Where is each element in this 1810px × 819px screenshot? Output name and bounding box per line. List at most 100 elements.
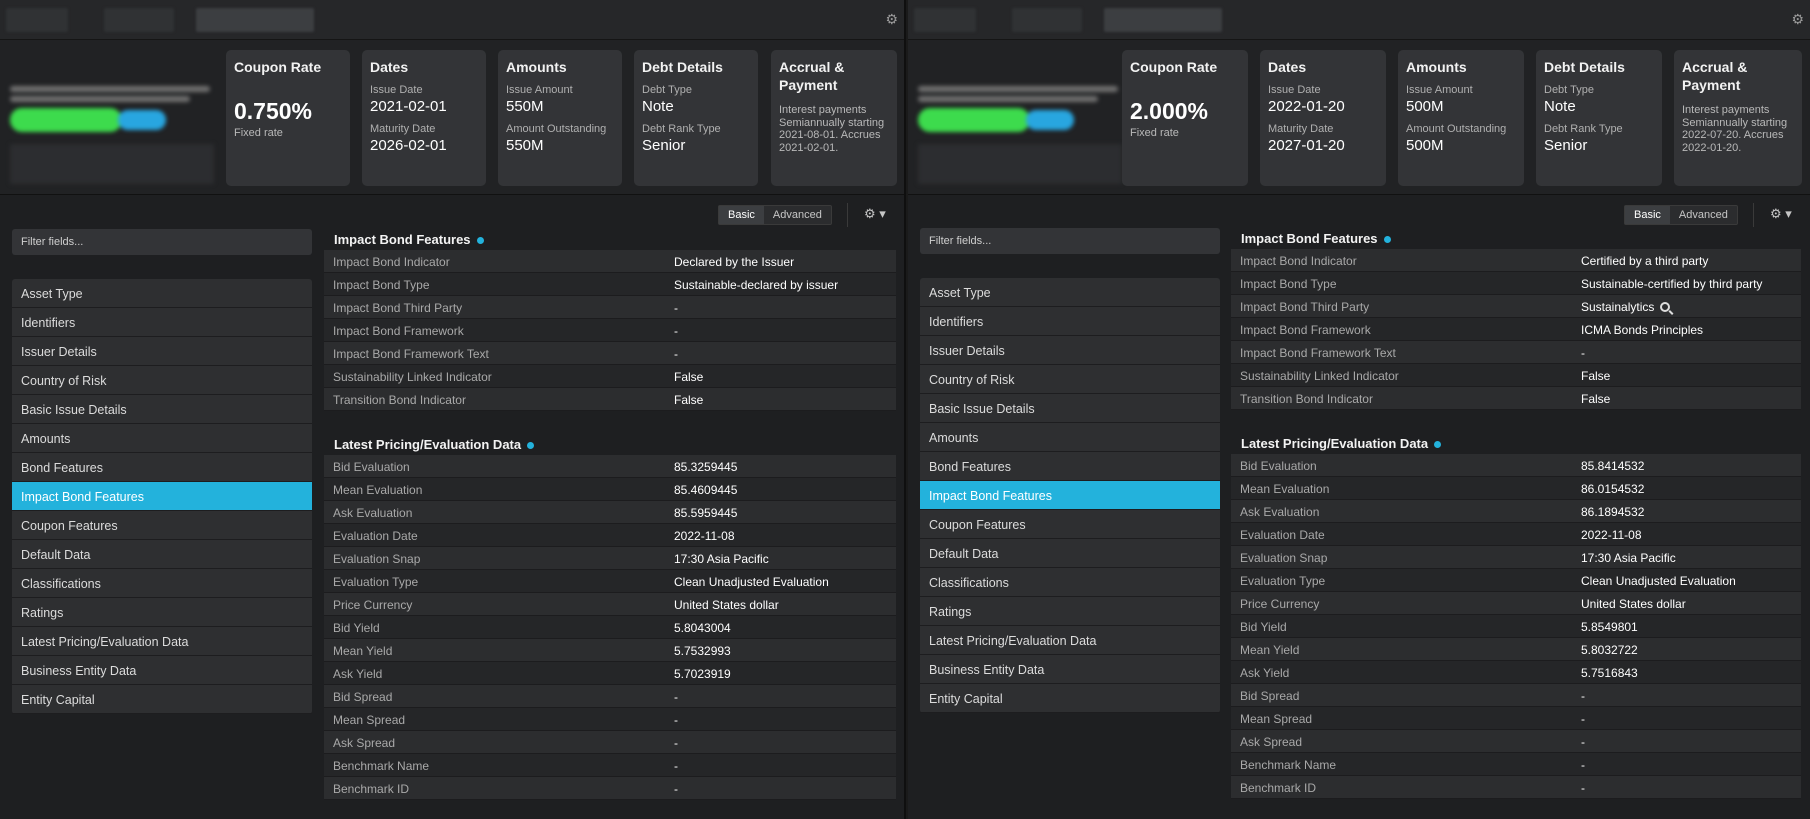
magnifier-icon[interactable] (1660, 302, 1671, 312)
sidebar-item[interactable]: Default Data (12, 540, 312, 569)
gear-icon[interactable]: ⚙ (1791, 11, 1804, 28)
tab-redacted-2[interactable] (1012, 8, 1082, 32)
table-row: Ask Yield 5.7516843 (1231, 661, 1801, 684)
sidebar-item[interactable]: Asset Type (12, 279, 312, 308)
sidebar-item[interactable]: Basic Issue Details (920, 394, 1220, 423)
tab-redacted-3[interactable] (1104, 8, 1222, 32)
bond-pane-right: ⚙ Coupon Rate 2.000% Fixed rate Dates Is… (908, 0, 1810, 819)
sidebar-item[interactable]: Basic Issue Details (12, 395, 312, 424)
advanced-view-button[interactable]: Advanced (1670, 206, 1737, 224)
sidebar-item[interactable]: Issuer Details (920, 336, 1220, 365)
field-label: Ask Yield (1240, 666, 1290, 680)
info-dot-icon[interactable] (1383, 236, 1391, 244)
sidebar-item[interactable]: Latest Pricing/Evaluation Data (920, 626, 1220, 655)
sidebar-item[interactable]: Coupon Features (12, 511, 312, 540)
sidebar-item[interactable]: Identifiers (920, 307, 1220, 336)
field-value: - (674, 777, 678, 799)
field-label: Benchmark Name (333, 759, 430, 773)
settings-gear-icon[interactable]: ⚙ ▾ (864, 206, 886, 222)
view-toggle: Basic Advanced (1624, 205, 1738, 225)
field-value-text: 5.7023919 (674, 667, 731, 681)
table-row: Impact Bond Type Sustainable-certified by… (1231, 272, 1801, 295)
sidebar-item[interactable]: Latest Pricing/Evaluation Data (12, 627, 312, 656)
dates-card: Dates Issue Date 2022-01-20 Maturity Dat… (1260, 50, 1386, 186)
field-label: Mean Evaluation (1240, 482, 1330, 496)
filter-fields-input[interactable]: Filter fields... (920, 228, 1220, 254)
info-dot-icon[interactable] (527, 442, 535, 450)
sidebar-item[interactable]: Bond Features (12, 453, 312, 482)
debt-details-card: Debt Details Debt Type Note Debt Rank Ty… (634, 50, 758, 186)
table-row: Impact Bond Framework Text - (1231, 341, 1801, 364)
field-value: United States dollar (674, 593, 779, 615)
field-value-text: 5.8032722 (1581, 643, 1638, 657)
maturity-date-label: Maturity Date (370, 123, 436, 135)
field-value-text: - (1581, 346, 1585, 360)
sidebar-item[interactable]: Country of Risk (12, 366, 312, 395)
sidebar-item[interactable]: Bond Features (920, 452, 1220, 481)
field-value-text: - (674, 736, 678, 750)
field-value: - (674, 342, 678, 364)
tab-redacted-1[interactable] (914, 8, 976, 32)
field-label: Bid Spread (333, 690, 393, 704)
issue-amount-label: Issue Amount (506, 84, 573, 96)
field-value-text: United States dollar (674, 598, 779, 612)
field-label: Benchmark ID (1240, 781, 1317, 795)
debt-type-value: Note (1544, 98, 1576, 115)
table-row: Mean Spread - (1231, 707, 1801, 730)
sidebar-item[interactable]: Ratings (12, 598, 312, 627)
sidebar-item[interactable]: Default Data (920, 539, 1220, 568)
card-title: Amounts (506, 59, 567, 75)
sidebar-item[interactable]: Amounts (12, 424, 312, 453)
sidebar-item[interactable]: Entity Capital (12, 685, 312, 714)
coupon-rate-value: 0.750% (234, 98, 313, 124)
settings-gear-icon[interactable]: ⚙ ▾ (1770, 206, 1792, 222)
sidebar-item[interactable]: Classifications (920, 568, 1220, 597)
tab-redacted-2[interactable] (104, 8, 174, 32)
table-row: Evaluation Date 2022-11-08 (324, 524, 896, 547)
gear-icon[interactable]: ⚙ (885, 11, 898, 28)
field-value-text: 85.3259445 (674, 460, 738, 474)
field-value-text: Clean Unadjusted Evaluation (674, 575, 829, 589)
info-dot-icon[interactable] (1434, 441, 1442, 449)
field-value-text: - (674, 759, 678, 773)
tab-redacted-3[interactable] (196, 8, 314, 32)
advanced-view-button[interactable]: Advanced (764, 206, 831, 224)
basic-view-button[interactable]: Basic (719, 206, 764, 224)
table-row: Impact Bond Framework - (324, 319, 896, 342)
table-row: Mean Yield 5.7532993 (324, 639, 896, 662)
field-value: 85.3259445 (674, 455, 737, 477)
basic-view-button[interactable]: Basic (1625, 206, 1670, 224)
table-row: Transition Bond Indicator False (1231, 387, 1801, 410)
field-label: Evaluation Type (333, 575, 419, 589)
sidebar-item[interactable]: Amounts (920, 423, 1220, 452)
sidebar-item[interactable]: Identifiers (12, 308, 312, 337)
sidebar-item[interactable]: Business Entity Data (920, 655, 1220, 684)
table-row: Impact Bond Third Party Sustainalytics (1231, 295, 1801, 318)
field-value-text: 2022-11-08 (1581, 528, 1642, 542)
sidebar-item[interactable]: Asset Type (920, 278, 1220, 307)
sidebar-item[interactable]: Impact Bond Features (920, 481, 1220, 510)
info-dot-icon[interactable] (476, 237, 484, 245)
debt-rank-label: Debt Rank Type (642, 123, 721, 135)
sidebar-item[interactable]: Country of Risk (920, 365, 1220, 394)
sidebar-item[interactable]: Issuer Details (12, 337, 312, 366)
sidebar-item[interactable]: Coupon Features (920, 510, 1220, 539)
field-label: Impact Bond Third Party (1240, 300, 1370, 314)
field-value: 2022-11-08 (1581, 523, 1642, 545)
table-row: Impact Bond Indicator Declared by the Iss… (324, 250, 896, 273)
field-value-text: False (674, 370, 704, 384)
field-value-text: False (674, 393, 704, 407)
sidebar-item[interactable]: Business Entity Data (12, 656, 312, 685)
pricing-table: Bid Evaluation 85.8414532 Mean Evaluation 8… (1231, 454, 1801, 799)
field-value: 5.7023919 (674, 662, 731, 684)
table-row: Transition Bond Indicator False (324, 388, 896, 411)
sidebar-item[interactable]: Ratings (920, 597, 1220, 626)
table-row: Sustainability Linked Indicator False (1231, 364, 1801, 387)
sidebar-item[interactable]: Impact Bond Features (12, 482, 312, 511)
field-label: Impact Bond Framework (1240, 323, 1371, 337)
tab-redacted-1[interactable] (6, 8, 68, 32)
sidebar-item[interactable]: Entity Capital (920, 684, 1220, 713)
card-title: Debt Details (1544, 59, 1625, 75)
sidebar-item[interactable]: Classifications (12, 569, 312, 598)
filter-fields-input[interactable]: Filter fields... (12, 229, 312, 255)
